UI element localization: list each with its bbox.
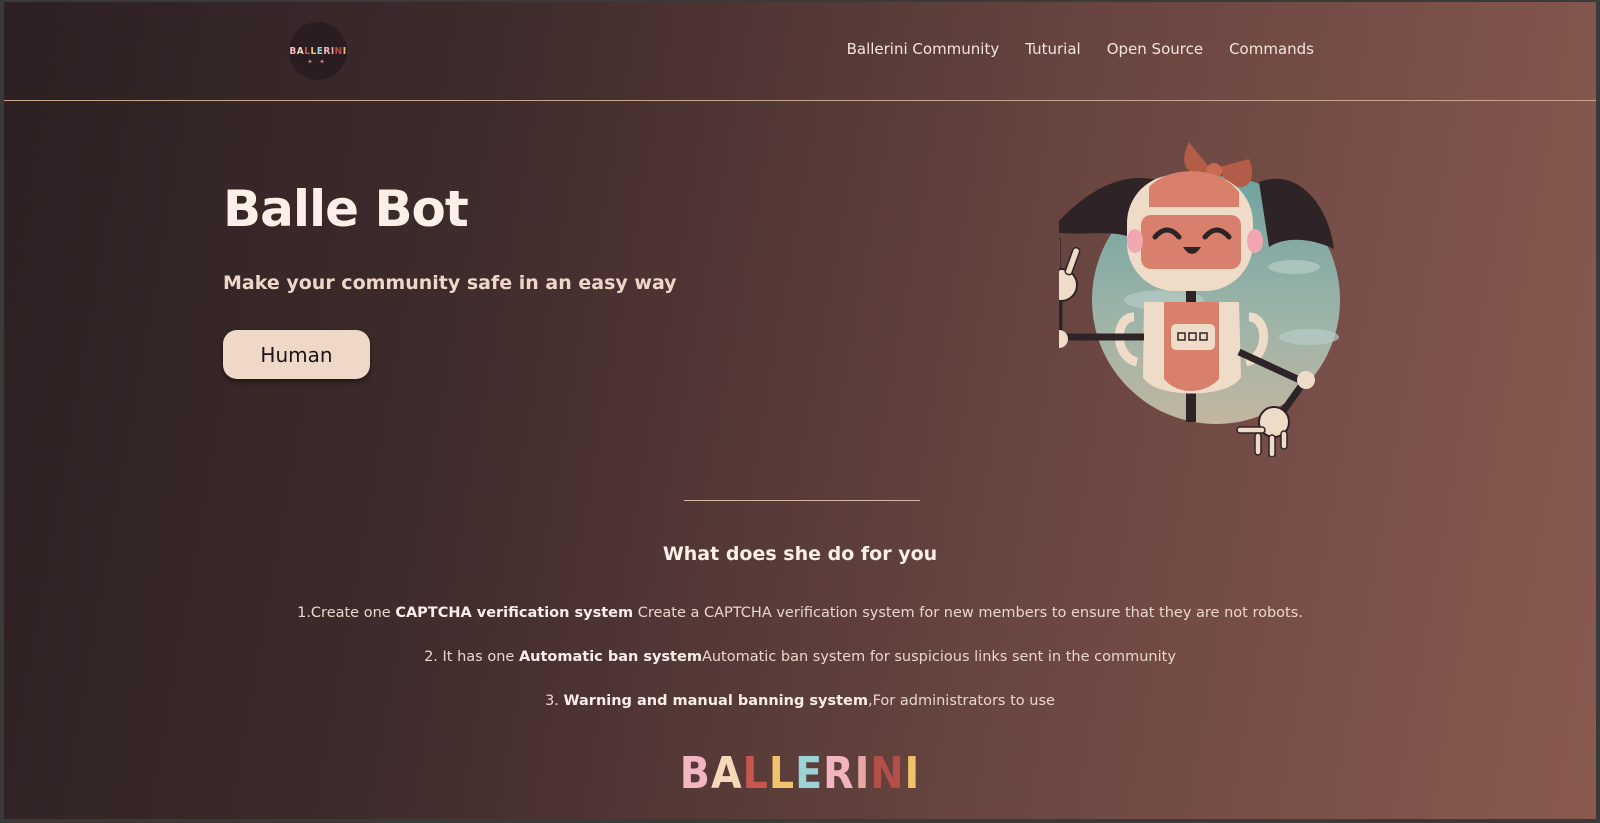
logo-letter: R [823, 748, 855, 799]
nav-link-community[interactable]: Ballerini Community [847, 40, 1000, 58]
feature-item: 1.Create one CAPTCHA verification system… [4, 604, 1596, 648]
logo-letter: B [679, 748, 711, 799]
nav-link-tutorial[interactable]: Tuturial [1025, 40, 1080, 58]
logo-letter: I [904, 748, 921, 799]
footer-logo: BALLERINI [4, 748, 1596, 799]
robot-girl-illustration [1059, 142, 1340, 457]
nav-link-commands[interactable]: Commands [1229, 40, 1314, 58]
feature-prefix: 1.Create one [297, 605, 396, 621]
feature-suffix: ,For administrators to use [867, 693, 1055, 709]
top-navbar: BALLERINI ✦ ✦ Ballerini Community Tuturi… [4, 2, 1596, 101]
page-window: BALLERINI ✦ ✦ Ballerini Community Tuturi… [4, 2, 1596, 819]
feature-suffix: Automatic ban system for suspicious link… [701, 649, 1176, 665]
nav-link-open-source[interactable]: Open Source [1107, 40, 1203, 58]
human-button[interactable]: Human [223, 330, 370, 379]
feature-bold-text: Warning and manual banning system [563, 693, 868, 709]
hero-subtitle: Make your community safe in an easy way [223, 272, 677, 294]
feature-item: 3. Warning and manual banning system,For… [4, 692, 1596, 736]
feature-prefix: 2. It has one [424, 649, 519, 665]
logo-letter: E [795, 748, 824, 799]
feature-prefix: 3. [545, 693, 564, 709]
logo-letter: N [334, 45, 343, 57]
brand-logo[interactable]: BALLERINI ✦ ✦ [289, 22, 347, 80]
logo-sparkle-icon: ✦ ✦ [307, 58, 327, 66]
logo-letter: L [768, 748, 796, 799]
hero-title: Balle Bot [223, 180, 469, 238]
feature-bold-text: Automatic ban system [518, 649, 702, 665]
features-title: What does she do for you [662, 543, 938, 565]
logo-letter: L [742, 748, 769, 799]
feature-bold-text: CAPTCHA verification system [395, 605, 634, 621]
logo-letter: B [289, 45, 297, 57]
logo-letter: N [870, 748, 905, 799]
nav-links: Ballerini Community Tuturial Open Source… [847, 40, 1314, 58]
logo-letter: A [710, 748, 743, 799]
feature-suffix: Create a CAPTCHA verification system for… [633, 605, 1303, 621]
logo-letter: I [854, 748, 871, 799]
logo-letter: I [342, 45, 347, 57]
section-divider [684, 500, 920, 501]
features-list: 1.Create one CAPTCHA verification system… [4, 604, 1596, 736]
logo-letter: R [323, 45, 331, 57]
feature-item: 2. It has one Automatic ban systemAutoma… [4, 648, 1596, 692]
brand-logo-text: BALLERINI [289, 46, 346, 57]
